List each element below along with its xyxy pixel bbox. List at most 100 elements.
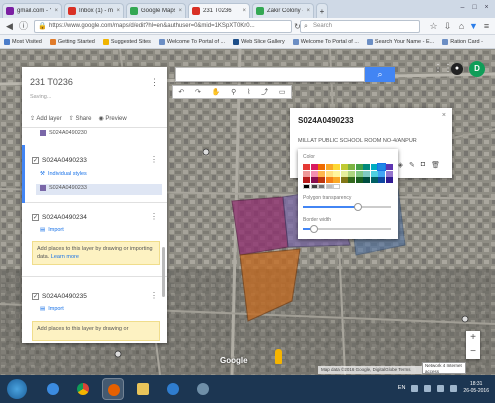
browser-search-field[interactable]: ⌕ Search bbox=[300, 20, 420, 33]
feature-title[interactable]: S024A0490233 bbox=[298, 116, 354, 125]
start-button[interactable] bbox=[7, 379, 27, 399]
color-swatch[interactable] bbox=[318, 184, 325, 189]
preview-button[interactable]: ◉ Preview bbox=[98, 115, 126, 122]
redo-icon[interactable]: ↷ bbox=[195, 88, 201, 96]
color-swatch[interactable] bbox=[333, 184, 340, 189]
color-swatch[interactable] bbox=[303, 170, 310, 177]
bookmark-item[interactable]: Most Visited bbox=[4, 38, 42, 45]
flag-icon[interactable] bbox=[450, 384, 458, 392]
color-swatch[interactable] bbox=[325, 184, 333, 189]
transparency-slider[interactable] bbox=[303, 203, 391, 211]
more-options-icon[interactable]: ⋮ bbox=[150, 77, 159, 88]
tab-my-map[interactable]: 231 T0236 × bbox=[188, 3, 250, 18]
layer-options-icon[interactable]: ⋮ bbox=[150, 212, 158, 221]
layer-options-icon[interactable]: ⋮ bbox=[150, 291, 158, 300]
color-swatch[interactable] bbox=[378, 170, 385, 177]
color-swatch[interactable] bbox=[333, 170, 340, 177]
color-swatch[interactable] bbox=[303, 164, 310, 170]
delete-icon[interactable]: 🗑 bbox=[431, 161, 440, 169]
notifications-icon[interactable]: ● bbox=[451, 63, 463, 75]
network-icon[interactable] bbox=[424, 384, 432, 392]
bookmark-item[interactable]: Web Slice Gallery bbox=[233, 38, 285, 45]
map-search-input[interactable] bbox=[175, 67, 365, 82]
taskbar-firefox[interactable] bbox=[102, 378, 124, 400]
zoom-out-button[interactable]: − bbox=[466, 345, 480, 359]
color-swatch[interactable] bbox=[325, 177, 333, 183]
panel-scrollbar[interactable] bbox=[162, 247, 165, 297]
pocket-icon[interactable]: ▼ bbox=[468, 21, 479, 32]
color-swatch[interactable] bbox=[355, 164, 363, 170]
import-link[interactable]: ▤ Import bbox=[40, 227, 64, 233]
taskbar-explorer[interactable] bbox=[132, 378, 154, 400]
layer-checkbox[interactable]: ✓ bbox=[32, 214, 39, 221]
color-swatch[interactable] bbox=[310, 177, 318, 183]
close-window-icon[interactable]: × bbox=[482, 3, 491, 12]
layer-checkbox[interactable]: ✓ bbox=[32, 157, 39, 164]
undo-icon[interactable]: ↶ bbox=[178, 88, 184, 96]
bookmark-item[interactable]: Suggested Sites bbox=[102, 38, 151, 45]
add-layer-button[interactable]: ⇪ Add layer bbox=[30, 115, 62, 122]
individual-styles-link[interactable]: ⚒ Individual styles bbox=[40, 171, 87, 177]
close-icon[interactable]: × bbox=[442, 112, 446, 119]
taskbar-app[interactable] bbox=[192, 378, 214, 400]
color-swatch[interactable] bbox=[370, 170, 378, 177]
color-swatch[interactable] bbox=[385, 177, 393, 183]
tray-icon[interactable] bbox=[411, 384, 419, 392]
learn-more-link[interactable]: Learn more bbox=[51, 254, 79, 260]
zoom-in-button[interactable]: + bbox=[466, 331, 480, 345]
close-icon[interactable]: × bbox=[54, 8, 58, 14]
taskbar-media[interactable] bbox=[162, 378, 184, 400]
map-canvas[interactable]: ⌕ ⋮⋮ ● D ↶ ↷ ✋ ⚲ ⌇ ⤴ ▭ 231 T0236 ⋮ Savin… bbox=[0, 49, 495, 375]
language-indicator[interactable]: EN bbox=[398, 385, 406, 391]
list-item[interactable]: S024A0490230 bbox=[40, 130, 87, 136]
bookmark-item[interactable]: Welcome To Portal of ... bbox=[292, 38, 359, 45]
color-swatch[interactable] bbox=[340, 177, 348, 183]
camera-icon[interactable]: ◘ bbox=[421, 161, 425, 169]
color-swatch[interactable] bbox=[340, 170, 348, 177]
layer-checkbox[interactable]: ✓ bbox=[32, 293, 39, 300]
close-icon[interactable]: × bbox=[306, 8, 310, 14]
layer-options-icon[interactable]: ⋮ bbox=[150, 155, 158, 164]
street-view-pegman[interactable] bbox=[275, 349, 282, 364]
apps-grid-icon[interactable]: ⋮⋮ bbox=[433, 63, 453, 75]
menu-icon[interactable]: ≡ bbox=[481, 21, 492, 32]
close-icon[interactable]: × bbox=[116, 8, 120, 14]
tab-zakir-colony[interactable]: Zakir Colony - Gu... × bbox=[252, 3, 314, 18]
color-swatch[interactable] bbox=[310, 170, 318, 177]
color-swatch[interactable] bbox=[363, 164, 370, 170]
star-icon[interactable]: ☆ bbox=[428, 21, 439, 32]
downloads-icon[interactable]: ⇩ bbox=[442, 21, 453, 32]
taskbar-ie[interactable] bbox=[42, 378, 64, 400]
maximize-icon[interactable]: □ bbox=[470, 3, 479, 12]
search-button[interactable]: ⌕ bbox=[365, 67, 395, 82]
close-icon[interactable]: × bbox=[178, 8, 182, 14]
list-item[interactable]: S024A0490233 bbox=[40, 185, 87, 191]
directions-icon[interactable]: ⤴ bbox=[261, 87, 268, 97]
back-icon[interactable]: ◀ bbox=[4, 21, 15, 32]
color-swatch[interactable] bbox=[377, 163, 386, 171]
identity-icon[interactable]: ⓘ bbox=[18, 21, 29, 32]
bookmark-item[interactable]: Ration Card - bbox=[442, 38, 483, 45]
color-swatch[interactable] bbox=[318, 164, 325, 170]
color-swatch[interactable] bbox=[363, 170, 370, 177]
color-swatch[interactable] bbox=[370, 177, 378, 183]
color-swatch[interactable] bbox=[303, 177, 310, 183]
border-width-slider[interactable] bbox=[303, 225, 391, 233]
color-swatch[interactable] bbox=[348, 164, 355, 170]
slider-handle[interactable] bbox=[353, 203, 362, 211]
close-icon[interactable]: × bbox=[242, 8, 246, 14]
minimize-icon[interactable]: – bbox=[458, 3, 467, 12]
color-swatch[interactable] bbox=[318, 170, 325, 177]
color-swatch[interactable] bbox=[303, 184, 310, 189]
color-swatch[interactable] bbox=[370, 164, 378, 170]
edit-icon[interactable]: ✎ bbox=[409, 161, 415, 169]
color-swatch[interactable] bbox=[385, 170, 393, 177]
ruler-icon[interactable]: ▭ bbox=[279, 88, 286, 96]
tab-gmail[interactable]: gmail.com - Yaho... × bbox=[2, 3, 62, 18]
clock[interactable]: 18:31 26-05-2016 bbox=[463, 381, 489, 395]
taskbar-chrome[interactable] bbox=[72, 378, 94, 400]
color-swatch[interactable] bbox=[363, 177, 370, 183]
new-tab-button[interactable]: + bbox=[316, 3, 328, 18]
draw-line-icon[interactable]: ⌇ bbox=[247, 88, 250, 96]
share-button[interactable]: ⇧ Share bbox=[69, 115, 92, 122]
